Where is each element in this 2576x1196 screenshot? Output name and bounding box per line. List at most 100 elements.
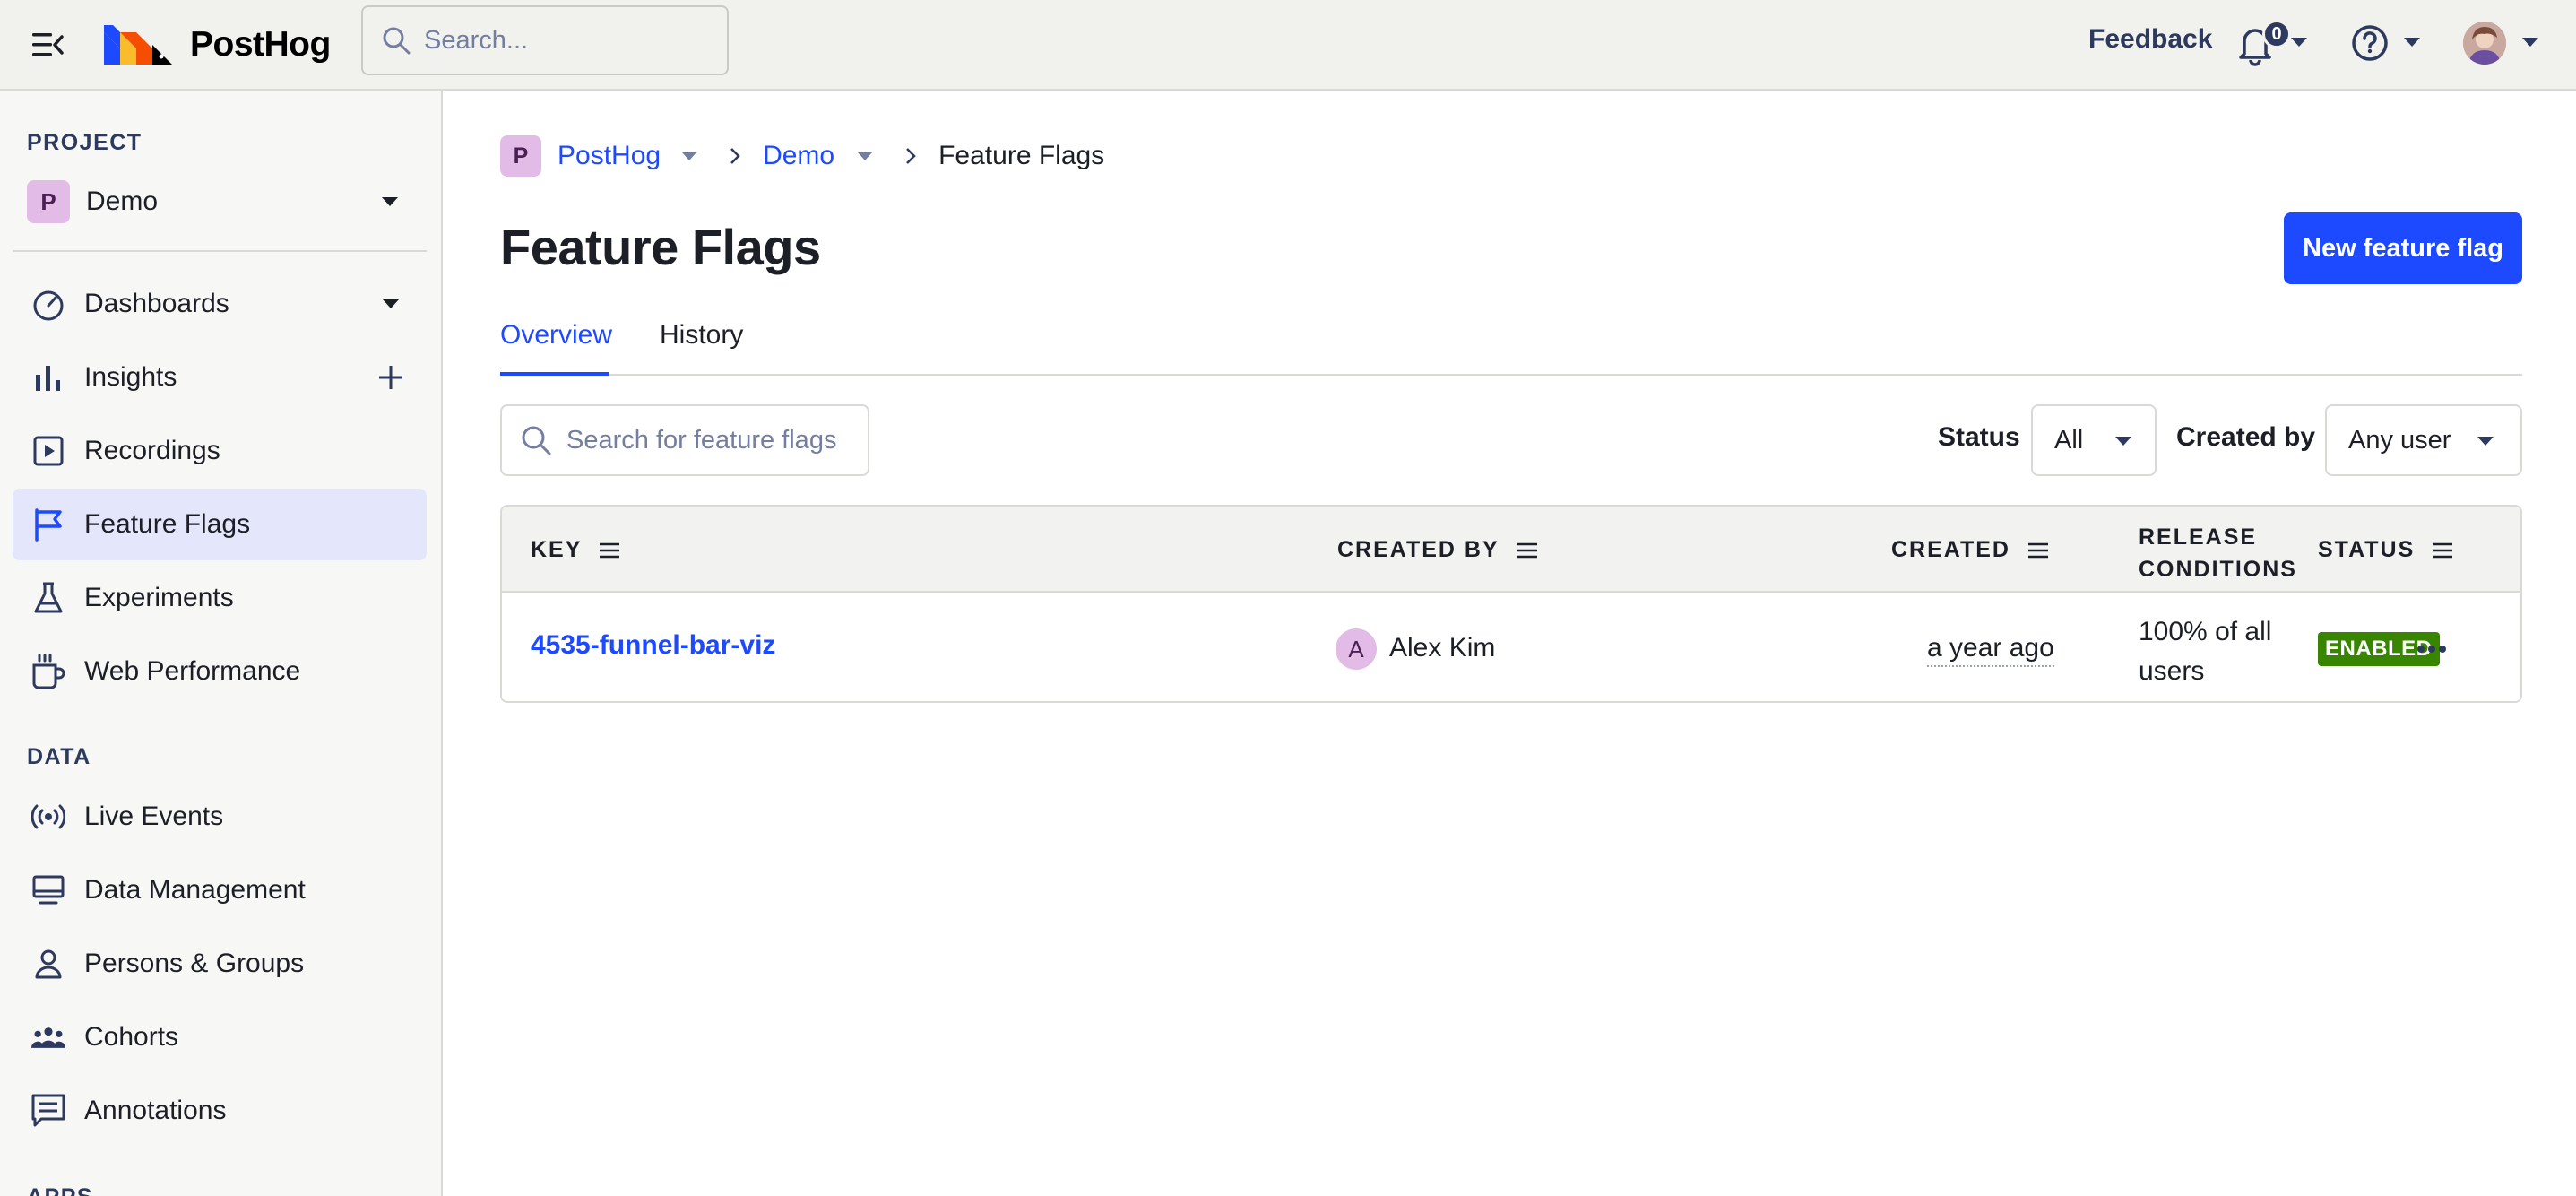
breadcrumb-org[interactable]: PostHog — [558, 141, 661, 171]
comment-icon — [30, 1093, 66, 1129]
chevron-down-icon — [382, 197, 398, 206]
sidebar-item-label: Experiments — [84, 583, 234, 612]
chevron-right-icon — [906, 148, 916, 164]
broadcast-icon — [30, 799, 66, 835]
posthog-logo[interactable]: PostHog — [104, 20, 331, 70]
column-header-label: CREATED BY — [1337, 537, 1500, 562]
chevron-right-icon — [730, 148, 740, 164]
data-section-label: DATA — [27, 744, 91, 769]
dashboard-gauge-icon — [30, 286, 66, 322]
breadcrumb-current: Feature Flags — [938, 141, 1105, 170]
person-icon — [30, 946, 66, 982]
project-section-label: PROJECT — [27, 130, 143, 155]
feature-flags-table: KEY CREATED BY CREATED RELEASE CONDITION… — [500, 505, 2522, 703]
column-header-key[interactable]: KEY — [531, 537, 620, 563]
column-menu-icon[interactable] — [2027, 542, 2048, 559]
chevron-down-icon[interactable] — [682, 152, 697, 160]
table-header: KEY CREATED BY CREATED RELEASE CONDITION… — [502, 507, 2520, 593]
column-menu-icon[interactable] — [600, 542, 620, 559]
column-header-created[interactable]: CREATED — [1891, 537, 2048, 563]
column-header-status[interactable]: STATUS — [2318, 537, 2453, 563]
sidebar-item-cohorts[interactable]: Cohorts — [13, 1001, 427, 1073]
column-header-label: RELEASE — [2139, 524, 2258, 550]
chevron-down-icon[interactable] — [858, 152, 873, 160]
column-menu-icon[interactable] — [1517, 542, 1537, 559]
sidebar-item-label: Live Events — [84, 802, 224, 831]
sidebar-item-insights[interactable]: Insights — [13, 342, 427, 413]
play-square-icon — [30, 433, 66, 469]
sidebar-item-dashboards[interactable]: Dashboards — [13, 268, 427, 340]
global-search[interactable] — [361, 5, 729, 75]
sidebar: PROJECT P Demo Dashboards Insights Recor… — [0, 91, 443, 1196]
status-filter-select[interactable]: All — [2031, 404, 2157, 476]
column-header-created-by[interactable]: CREATED BY — [1337, 537, 1537, 563]
sidebar-item-label: Recordings — [84, 436, 220, 465]
status-filter-label: Status — [1938, 422, 2020, 452]
column-header-label: CONDITIONS — [2139, 557, 2297, 582]
created-by-name: Alex Kim — [1389, 633, 1496, 663]
avatar: A — [1336, 628, 1377, 670]
project-badge: P — [27, 180, 70, 223]
menu-collapse-icon[interactable] — [30, 27, 66, 63]
global-search-input[interactable] — [424, 25, 711, 56]
status-filter-value: All — [2054, 425, 2084, 455]
plus-icon[interactable] — [373, 360, 409, 395]
project-name: Demo — [86, 186, 159, 216]
flag-key-link[interactable]: 4535-funnel-bar-viz — [531, 630, 775, 661]
tab-history[interactable]: History — [660, 304, 743, 376]
top-bar: PostHog Feedback 0 — [0, 0, 2576, 91]
sidebar-item-label: Dashboards — [84, 289, 229, 318]
project-switcher[interactable]: P Demo — [13, 169, 427, 234]
page-title: Feature Flags — [500, 219, 821, 275]
column-header-label: CREATED — [1891, 537, 2010, 562]
sidebar-item-feature-flags[interactable]: Feature Flags — [13, 489, 427, 560]
chevron-down-icon — [2477, 437, 2494, 446]
sidebar-item-persons-groups[interactable]: Persons & Groups — [13, 928, 427, 1000]
feedback-link[interactable]: Feedback — [2088, 24, 2212, 55]
sidebar-item-experiments[interactable]: Experiments — [13, 562, 427, 634]
main-content: P PostHog Demo Feature Flags Feature Fla… — [443, 91, 2576, 1196]
column-header-label: STATUS — [2318, 537, 2416, 562]
sidebar-item-annotations[interactable]: Annotations — [13, 1075, 427, 1147]
sidebar-item-recordings[interactable]: Recordings — [13, 415, 427, 487]
created-time: a year ago — [1927, 633, 2054, 667]
created-by-filter-select[interactable]: Any user — [2325, 404, 2522, 476]
sidebar-item-label: Annotations — [84, 1096, 227, 1125]
logo-text: PostHog — [190, 25, 331, 64]
created-by-filter-label: Created by — [2176, 422, 2316, 452]
new-feature-flag-button[interactable]: New feature flag — [2284, 212, 2522, 284]
coffee-cup-icon — [30, 654, 66, 689]
help-button[interactable] — [2350, 22, 2431, 66]
breadcrumb: P PostHog Demo Feature Flags — [500, 134, 1104, 178]
people-group-icon — [30, 1019, 66, 1055]
org-badge: P — [500, 135, 541, 177]
flask-icon — [30, 580, 66, 616]
sidebar-item-web-performance[interactable]: Web Performance — [13, 636, 427, 707]
tab-bar: Overview History — [500, 304, 2522, 376]
feature-flag-search[interactable] — [500, 404, 869, 476]
bar-chart-icon — [30, 360, 66, 395]
created-by-filter-value: Any user — [2348, 425, 2451, 455]
sidebar-divider — [13, 250, 427, 252]
sidebar-item-label: Cohorts — [84, 1022, 179, 1052]
breadcrumb-project[interactable]: Demo — [763, 141, 834, 171]
sidebar-item-label: Feature Flags — [84, 509, 251, 539]
notifications-button[interactable]: 0 — [2235, 18, 2316, 68]
posthog-hedgehog-icon — [104, 25, 172, 65]
sidebar-item-data-management[interactable]: Data Management — [13, 854, 427, 926]
user-menu[interactable] — [2463, 18, 2549, 68]
chevron-down-icon — [2404, 38, 2420, 47]
search-icon — [383, 27, 411, 55]
more-actions-icon[interactable] — [2411, 628, 2452, 670]
chevron-down-icon[interactable] — [373, 286, 409, 322]
feature-flag-search-input[interactable] — [566, 425, 853, 455]
tab-overview[interactable]: Overview — [500, 304, 612, 376]
sidebar-item-label: Insights — [84, 362, 177, 392]
sidebar-item-live-events[interactable]: Live Events — [13, 781, 427, 853]
sidebar-item-label: Data Management — [84, 875, 306, 905]
help-question-icon — [2352, 25, 2388, 61]
monitor-icon — [30, 872, 66, 908]
release-conditions: 100% of all users — [2139, 617, 2272, 686]
column-menu-icon[interactable] — [2433, 542, 2453, 559]
user-avatar — [2463, 22, 2506, 65]
